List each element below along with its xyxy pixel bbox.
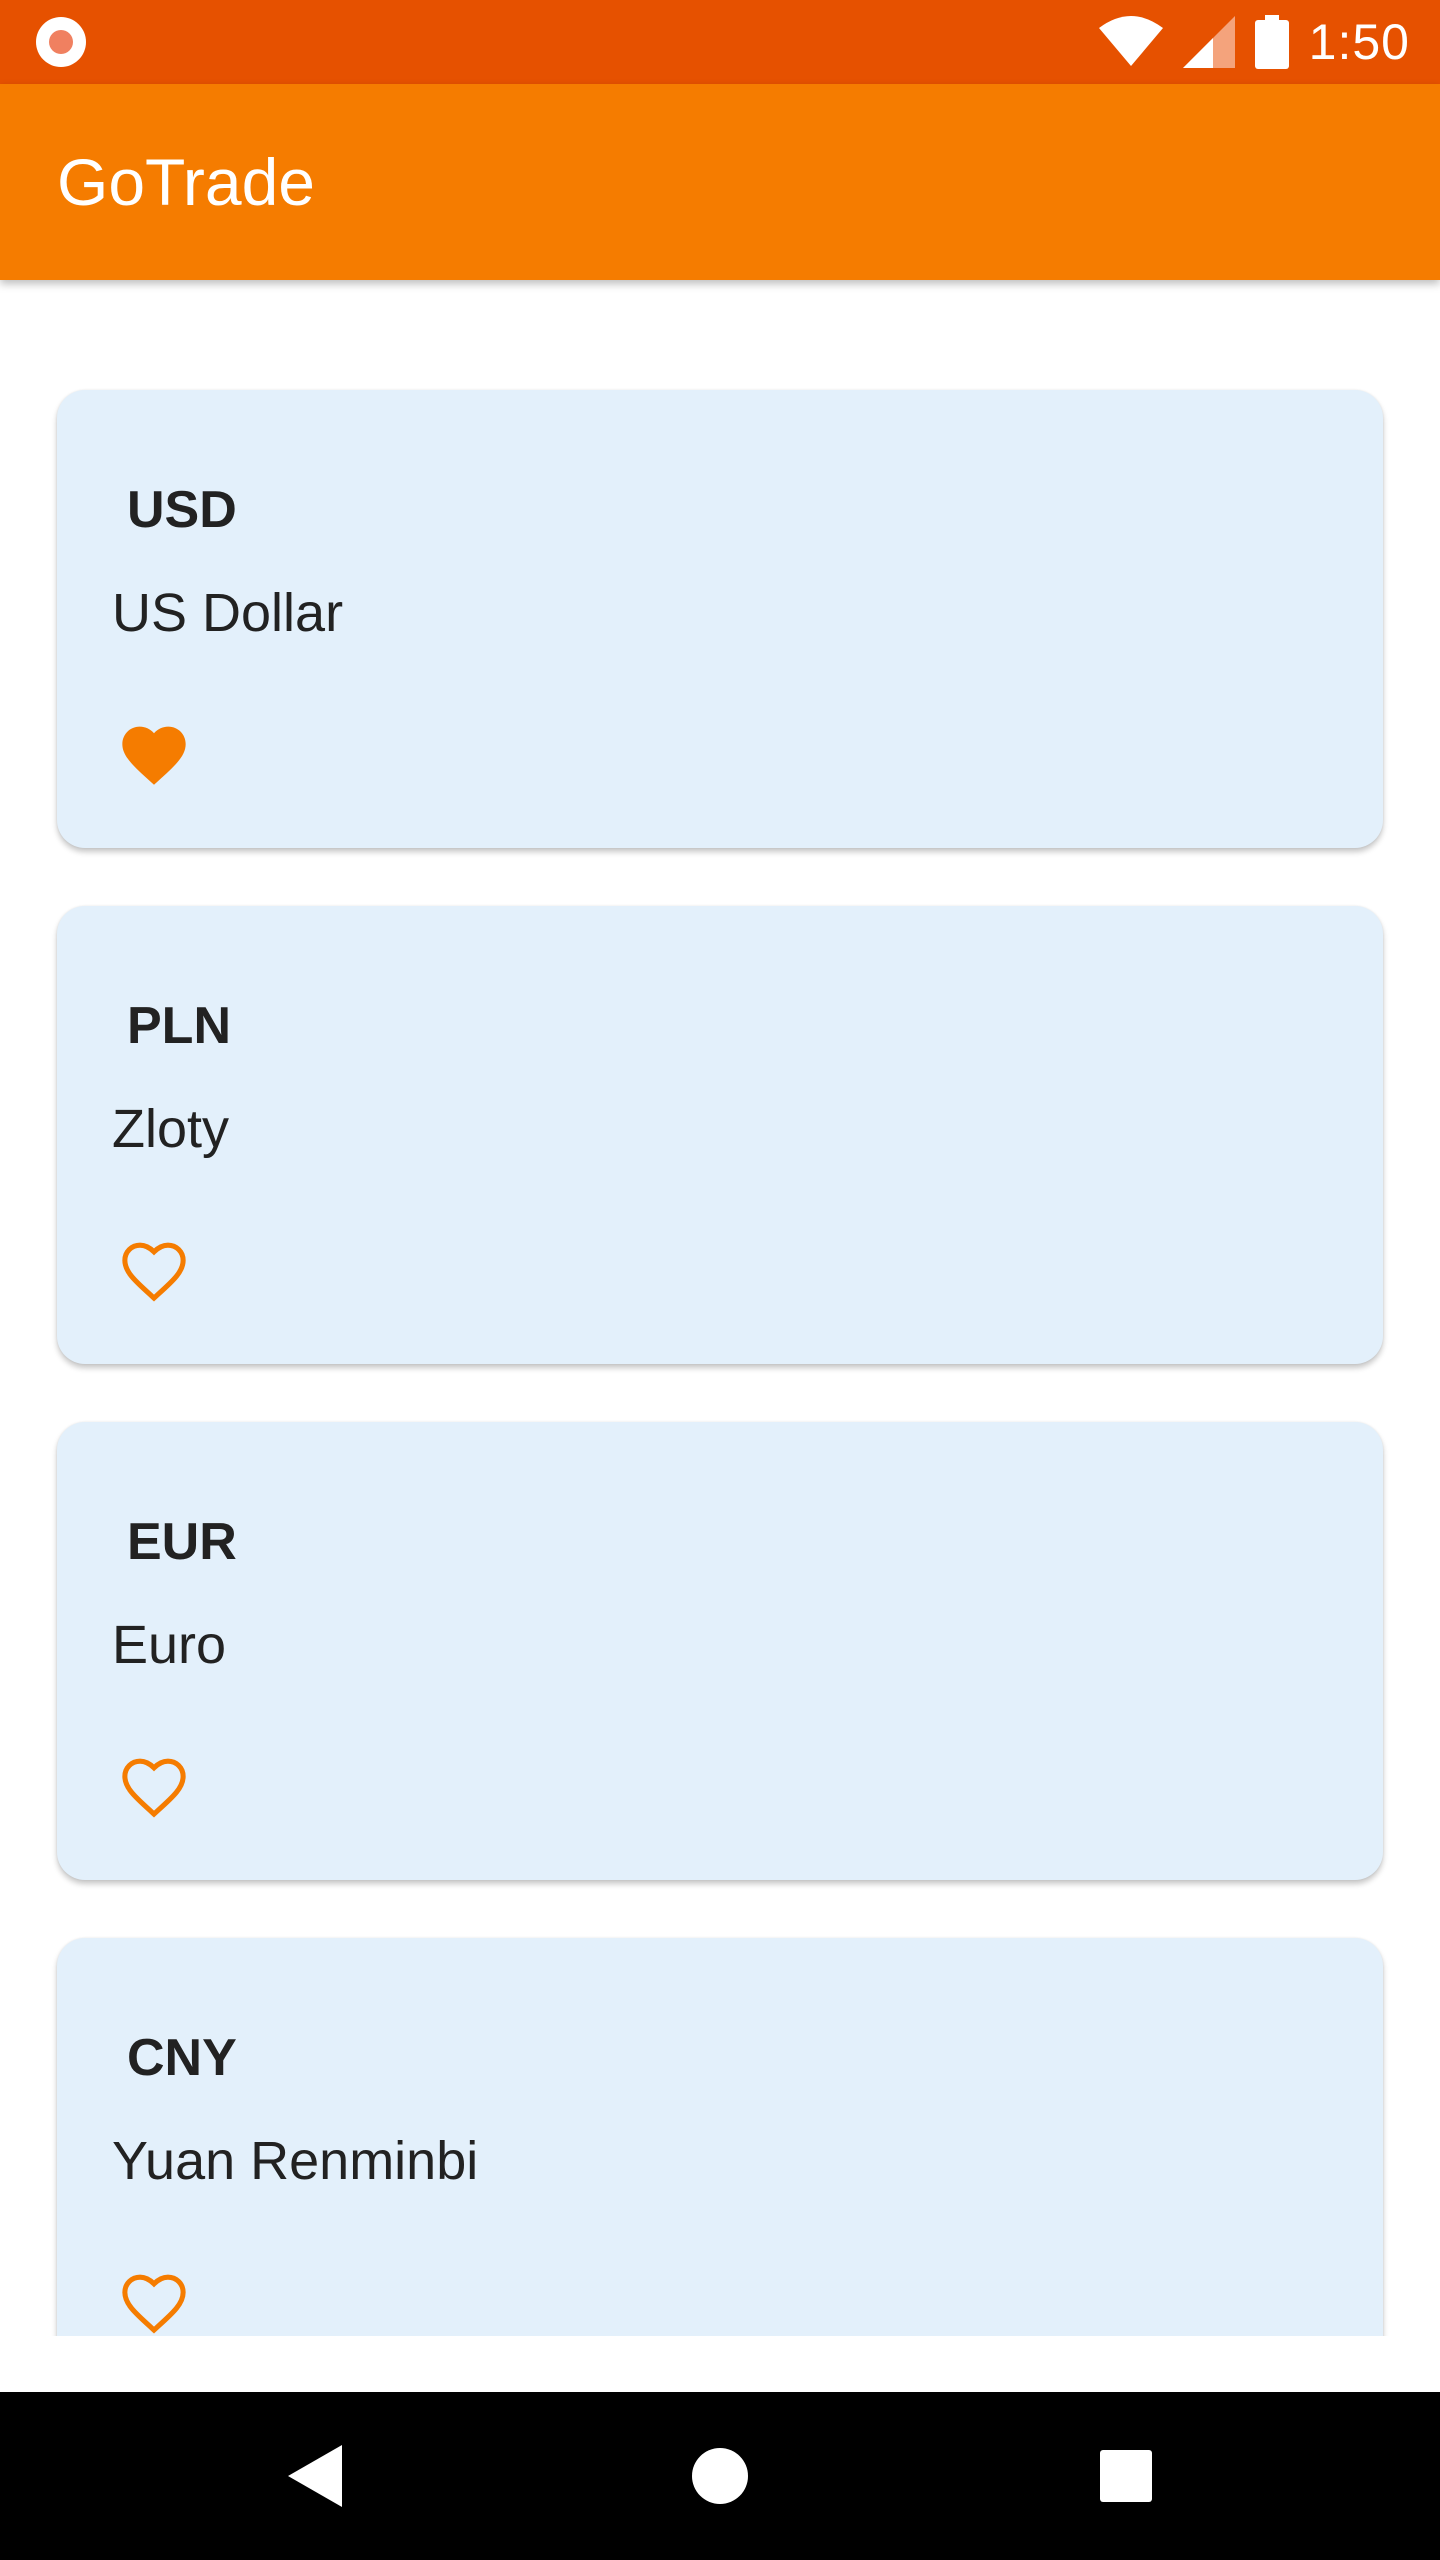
currency-code: PLN (127, 997, 231, 1055)
app-title: GoTrade (57, 145, 316, 219)
cell-signal-icon (1182, 16, 1235, 68)
currency-card-eur[interactable]: EUR Euro (57, 1422, 1383, 1880)
recents-square-icon (1100, 2450, 1152, 2502)
back-triangle-icon (288, 2445, 342, 2507)
currency-name: US Dollar (112, 583, 344, 643)
heart-outline-icon (122, 2274, 186, 2334)
favorite-toggle[interactable] (112, 1226, 196, 1310)
heart-outline-icon (122, 1758, 186, 1818)
currency-list[interactable]: USD US Dollar PLN Zloty EUR Euro CNY Yua… (0, 280, 1440, 2336)
currency-code: CNY (127, 2029, 237, 2087)
back-button[interactable] (235, 2392, 395, 2560)
heart-outline-icon (122, 1242, 186, 1302)
currency-card-cny[interactable]: CNY Yuan Renminbi (57, 1938, 1383, 2336)
currency-name: Euro (112, 1615, 227, 1675)
home-button[interactable] (640, 2392, 800, 2560)
status-bar: 1:50 (0, 0, 1440, 84)
favorite-toggle[interactable] (112, 1742, 196, 1826)
currency-code: USD (127, 481, 237, 539)
navigation-bar (0, 2392, 1440, 2560)
heart-filled-icon (122, 726, 186, 785)
favorite-toggle[interactable] (112, 710, 196, 794)
favorite-toggle[interactable] (112, 2258, 196, 2336)
app-bar: GoTrade (0, 84, 1440, 280)
currency-name: Zloty (112, 1099, 230, 1159)
currency-code: EUR (127, 1513, 237, 1571)
battery-icon (1254, 15, 1289, 69)
wifi-icon (1098, 16, 1163, 66)
currency-card-usd[interactable]: USD US Dollar (57, 390, 1383, 848)
status-time: 1:50 (1308, 14, 1410, 70)
currency-card-pln[interactable]: PLN Zloty (57, 906, 1383, 1364)
recents-button[interactable] (1046, 2392, 1206, 2560)
notification-icon (36, 17, 86, 67)
currency-name: Yuan Renminbi (112, 2131, 479, 2191)
status-indicators: 1:50 (1098, 0, 1410, 84)
home-circle-icon (692, 2448, 748, 2504)
